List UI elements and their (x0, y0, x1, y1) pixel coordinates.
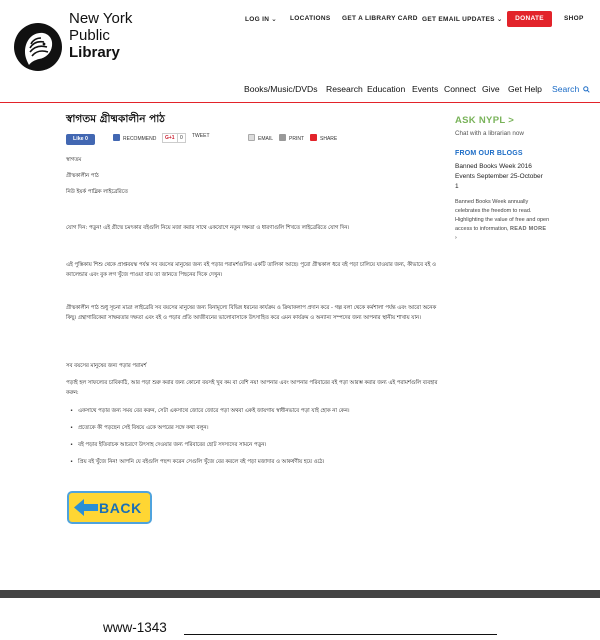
google-plus-count: 0 (177, 133, 186, 143)
programs-paragraph: গ্রীষ্মকালীন পাঠ শুধু সূচনা মাত্র! লাইব্… (66, 305, 437, 321)
email-label: EMAIL (258, 136, 274, 142)
share-button[interactable]: SHARE (310, 134, 337, 142)
footer-bar (0, 590, 600, 598)
search-icon (582, 86, 590, 93)
greeting-line: স্বাগতম (66, 157, 82, 163)
ask-nypl-link[interactable]: ASK NYPL > (455, 115, 514, 126)
signature-line (184, 634, 497, 635)
brand-line-1: New York (69, 10, 133, 27)
brand-name[interactable]: New York Public Library (69, 10, 132, 61)
nav-search[interactable]: Search (552, 84, 590, 94)
print-icon (279, 134, 286, 141)
ask-nypl-subtitle[interactable]: Chat with a librarian now (455, 130, 524, 137)
nav-give[interactable]: Give (482, 84, 500, 94)
share-plus-icon (310, 134, 317, 141)
shop-link[interactable]: SHOP (564, 15, 584, 22)
nav-connect[interactable]: Connect (444, 84, 476, 94)
print-label: PRINT (289, 136, 304, 142)
print-button[interactable]: PRINT (279, 134, 304, 142)
list-item: প্রত্যেকে কী পড়ছেন সেই বিষয়ে একে অপরের… (70, 424, 442, 434)
google-plus-button[interactable]: G+1 (162, 133, 178, 143)
facebook-icon (113, 134, 120, 141)
search-label: Search (552, 84, 580, 94)
library-line: নিউ ইয়র্ক পাব্লিক লাইব্রেরিতে (66, 189, 128, 195)
locations-link[interactable]: LOCATIONS (290, 15, 331, 22)
blogs-heading: FROM OUR BLOGS (455, 150, 523, 157)
list-item: প্রিয় বই খুঁজে নিন! আপনি যে বইগুলি পছন্… (70, 458, 442, 468)
email-share-button[interactable]: EMAIL (248, 134, 273, 142)
nav-books-music-dvds[interactable]: Books/Music/DVDs (244, 84, 318, 94)
recommend-label: RECOMMEND (123, 136, 157, 142)
page-title: স্বাগতম গ্রীষ্মকালীন পাঠ (66, 113, 165, 125)
nav-research[interactable]: Research (326, 84, 363, 94)
login-link[interactable]: LOG IN ⌄ (245, 15, 277, 23)
facebook-like-button[interactable]: Like 0 (66, 134, 95, 145)
header-divider (0, 102, 600, 103)
back-arrow-icon (74, 499, 98, 516)
donate-button[interactable]: DONATE (507, 11, 552, 27)
back-button[interactable]: BACK (69, 493, 150, 522)
back-label: BACK (99, 500, 142, 516)
share-label: SHARE (320, 136, 338, 142)
list-item: একসাথে পড়ার জন্য সময় বের করুন, সেটা এক… (70, 407, 442, 417)
tips-intro: পড়াই হল সাফল্যের চাবিকাঠি, আর পড়া শুরু… (66, 380, 438, 396)
blog-post-link[interactable]: Banned Books Week 2016 Events September … (455, 162, 547, 193)
email-icon (248, 134, 255, 141)
nypl-lion-logo[interactable] (13, 22, 63, 72)
nav-education[interactable]: Education (367, 84, 405, 94)
brand-line-2: Public (69, 27, 110, 44)
list-item: বই পড়ার ইতিবাচক আচরণে উৎসাহ দেওয়ার জন্… (70, 441, 442, 451)
tweet-button[interactable]: TWEET (192, 133, 210, 139)
booklet-paragraph: এই পুস্তিকায় শিশু থেকে প্রাপ্তবয়স্ক পর… (66, 262, 436, 278)
document-code: www-1343 (103, 620, 167, 635)
recommend-button[interactable]: RECOMMEND (113, 134, 156, 142)
email-updates-link[interactable]: GET EMAIL UPDATES ⌄ (422, 15, 503, 23)
tips-heading: সব বয়সের মানুষের জন্য পড়ার পরামর্শ (66, 363, 147, 369)
nav-get-help[interactable]: Get Help (508, 84, 542, 94)
brand-line-3: Library (69, 44, 120, 61)
blog-post-description: Banned Books Week annually celebrates th… (455, 198, 550, 243)
library-card-link[interactable]: GET A LIBRARY CARD (342, 15, 418, 22)
nav-events[interactable]: Events (412, 84, 438, 94)
intro-paragraph: যোগ দিন: পড়ুন! এই গ্রীষ্মে চমৎকার বইগুল… (66, 225, 350, 231)
program-line: গ্রীষ্মকালীন পাঠ (66, 173, 99, 179)
